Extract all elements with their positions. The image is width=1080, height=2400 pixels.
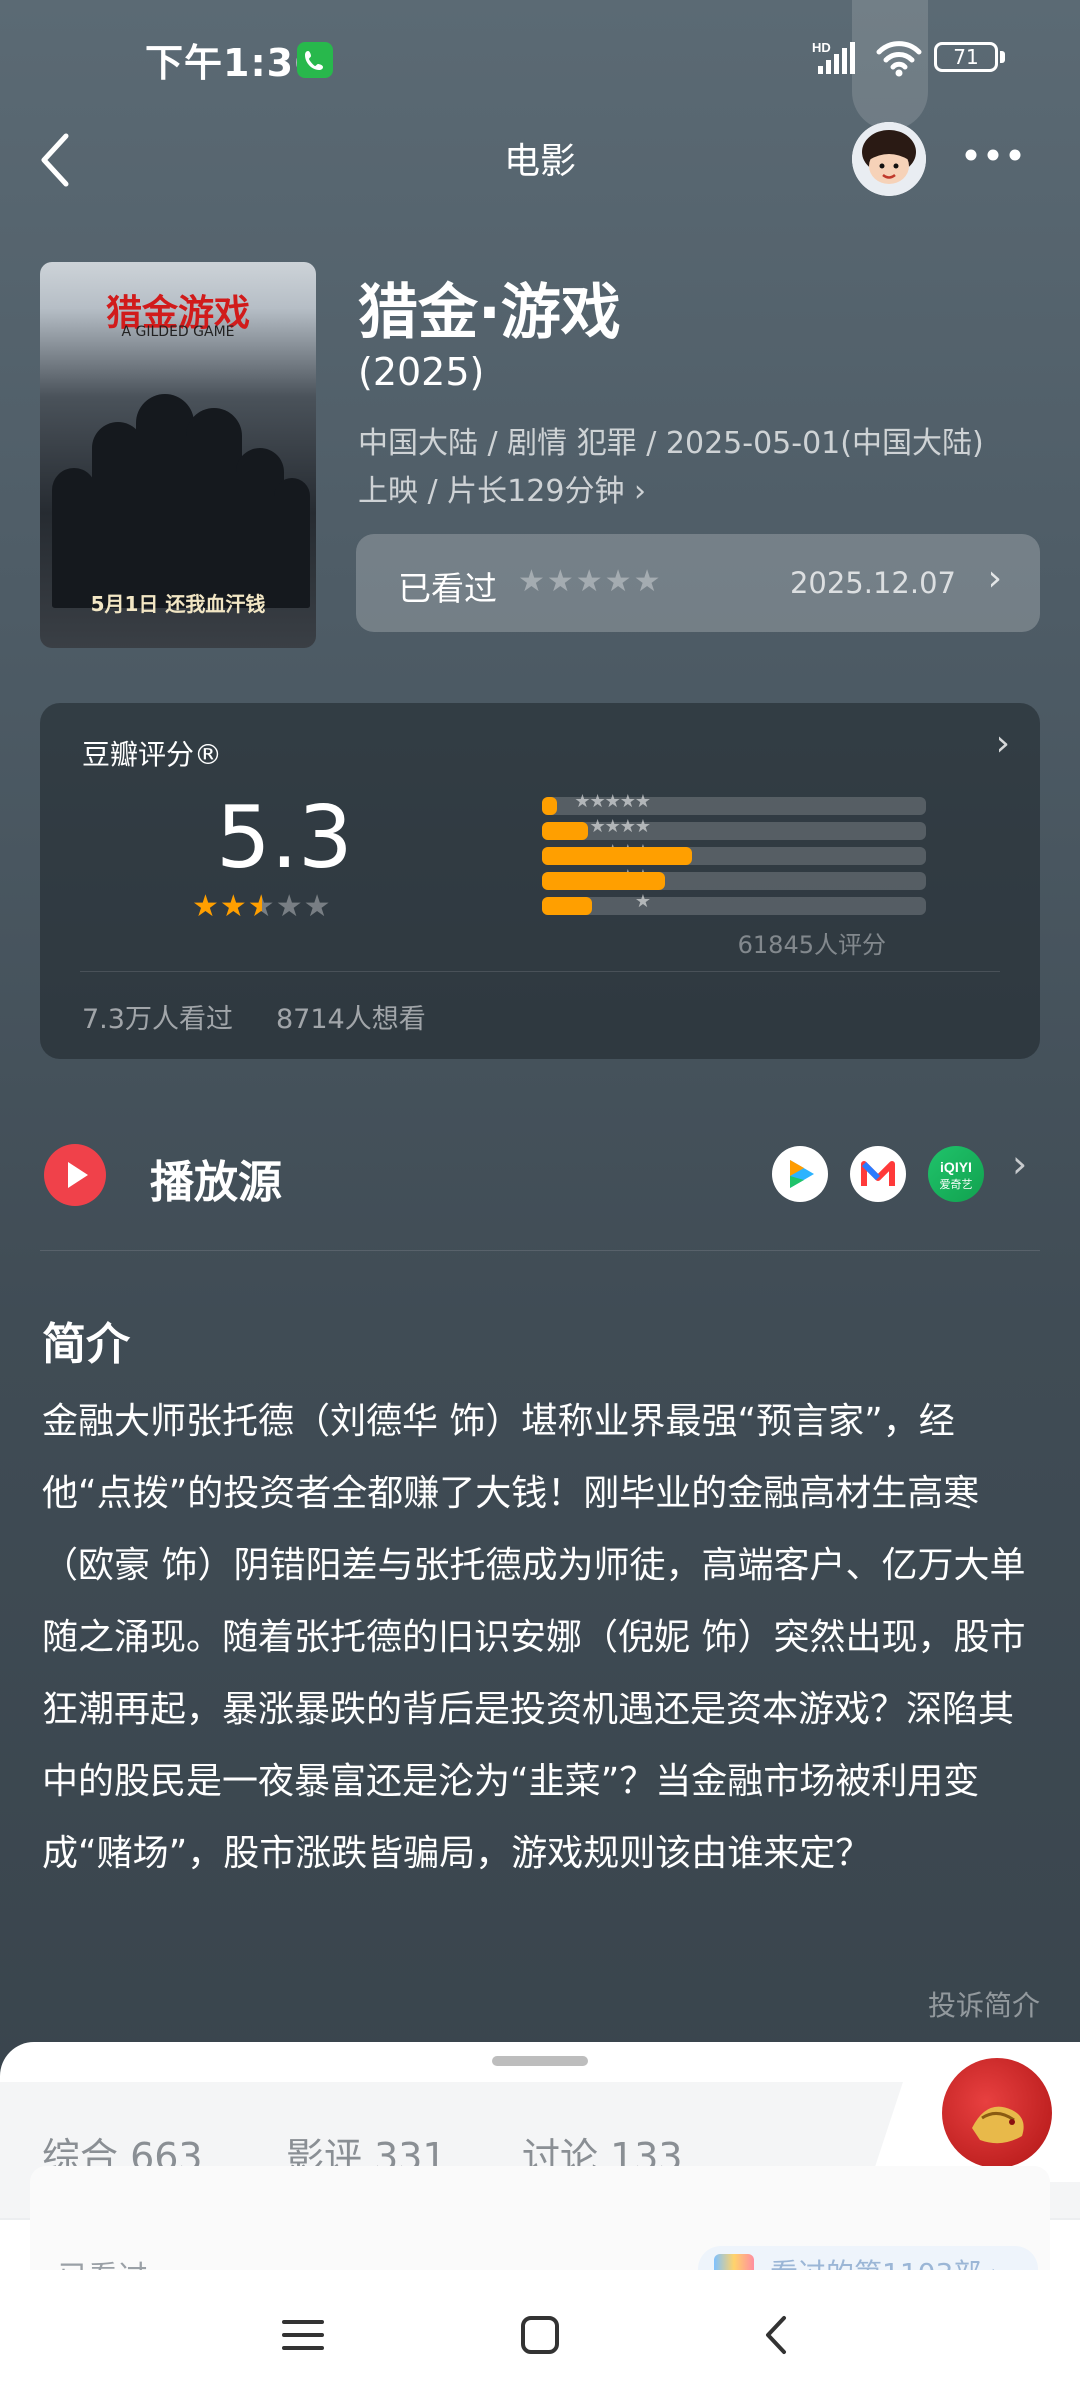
- divider: [80, 971, 1000, 972]
- drag-handle[interactable]: [492, 2056, 588, 2066]
- menu-nav-button[interactable]: [268, 2300, 338, 2370]
- rating-count: 61845人评分: [737, 931, 886, 959]
- menu-icon: [282, 2320, 324, 2350]
- svg-text:iQIYI: iQIYI: [940, 1159, 972, 1175]
- play-source-label: 播放源: [150, 1157, 282, 1208]
- page-title: 电影: [503, 141, 576, 182]
- poster-date: 5月1日 还我血汗钱: [90, 592, 266, 616]
- want-count[interactable]: 8714人想看: [276, 997, 426, 1036]
- filled-stars: ★★: [192, 889, 248, 924]
- call-icon: [297, 42, 333, 78]
- distribution-bar: [542, 797, 558, 815]
- wifi-icon: [875, 40, 923, 82]
- distribution-row: ★★★: [390, 841, 1030, 867]
- gift-dragon-icon: [972, 2106, 1024, 2144]
- synopsis-text: 金融大师张托德（刘德华 饰）堪称业界最强“预言家”，经他“点拨”的投资者全都赚了…: [42, 1401, 1026, 1874]
- chevron-left-icon: [41, 133, 69, 187]
- movie-year: (2025): [358, 350, 485, 394]
- my-rating-stars[interactable]: ★★★★★: [518, 564, 662, 599]
- avatar[interactable]: [852, 122, 926, 196]
- movie-poster[interactable]: 猎金游戏 A GILDED GAME 5月1日 还我血汗钱: [40, 262, 316, 648]
- distribution-row: ★★★★: [390, 816, 1030, 842]
- mango-tv-icon[interactable]: [850, 1146, 906, 1202]
- rating-card[interactable]: 豆瓣评分® › 5.3 ★★★★★ ★★★★★★★★★★★★★★★ 61845人…: [40, 703, 1040, 1059]
- play-icon: [44, 1144, 106, 1206]
- watched-label: 已看过: [398, 569, 497, 608]
- distribution-bar: [542, 822, 589, 840]
- watched-status-bar[interactable]: 已看过 ★★★★★ 2025.12.07 ›: [356, 534, 1040, 632]
- play-source-row[interactable]: 播放源 iQIYI 爱奇艺 ›: [0, 1110, 1080, 1250]
- empty-stars: ★★: [275, 889, 332, 924]
- more-button[interactable]: [958, 135, 1028, 175]
- half-star: ★: [247, 889, 276, 924]
- battery-level: 71: [953, 45, 979, 69]
- poster-subtitle: A GILDED GAME: [121, 324, 235, 340]
- chevron-right-icon: ›: [1012, 1142, 1028, 1186]
- tencent-video-icon[interactable]: [772, 1146, 828, 1202]
- chevron-right-icon: ›: [987, 558, 1002, 599]
- status-time: 下午1:36: [145, 41, 322, 85]
- distribution-track: [542, 822, 926, 840]
- floating-action-button[interactable]: [942, 2058, 1052, 2168]
- battery-icon: 71: [934, 42, 998, 72]
- report-synopsis-link[interactable]: 投诉简介: [928, 1984, 1040, 2024]
- back-nav-button[interactable]: [742, 2300, 812, 2370]
- divider: [40, 1250, 1040, 1251]
- distribution-bar: [542, 872, 665, 890]
- home-nav-button[interactable]: [505, 2300, 575, 2370]
- movie-title: 猎金·游戏: [358, 278, 621, 348]
- rating-distribution: ★★★★★★★★★★★★★★★: [390, 791, 1030, 945]
- distribution-row: ★★★★★: [390, 791, 1030, 817]
- battery-tip: [1000, 51, 1005, 63]
- synopsis-title: 简介: [42, 1319, 130, 1370]
- distribution-track: [542, 797, 926, 815]
- distribution-track: [542, 872, 926, 890]
- iqiyi-icon[interactable]: iQIYI 爱奇艺: [928, 1146, 984, 1202]
- signal-icon: HD: [812, 38, 862, 82]
- system-nav-bar: [0, 2270, 1080, 2400]
- svg-text:爱奇艺: 爱奇艺: [940, 1178, 973, 1191]
- distribution-bar: [542, 897, 592, 915]
- svg-text:HD: HD: [812, 40, 831, 55]
- movie-meta[interactable]: 中国大陆 / 剧情 犯罪 / 2025-05-01(中国大陆)上映 / 片长12…: [358, 420, 1008, 516]
- home-square-icon: [521, 2316, 559, 2354]
- distribution-row: ★★: [390, 866, 1030, 892]
- distribution-track: [542, 897, 926, 915]
- rating-stars: ★★★★★: [192, 889, 332, 924]
- distribution-row: ★: [390, 891, 1030, 917]
- distribution-track: [542, 847, 926, 865]
- chevron-right-icon: ›: [995, 723, 1010, 764]
- status-bar: 下午1:36 HD 71: [0, 0, 1080, 130]
- seen-count[interactable]: 7.3万人看过: [82, 997, 233, 1036]
- watched-date: 2025.12.07: [789, 566, 956, 600]
- peek-card[interactable]: 已看过 看过的第1103部 ›: [30, 2166, 1050, 2295]
- back-chevron-icon: [766, 2316, 786, 2354]
- back-button[interactable]: [30, 120, 90, 200]
- rating-label: 豆瓣评分®: [82, 738, 223, 771]
- distribution-bar: [542, 847, 692, 865]
- more-dots-icon: [965, 149, 1021, 161]
- rating-score: 5.3: [216, 788, 353, 888]
